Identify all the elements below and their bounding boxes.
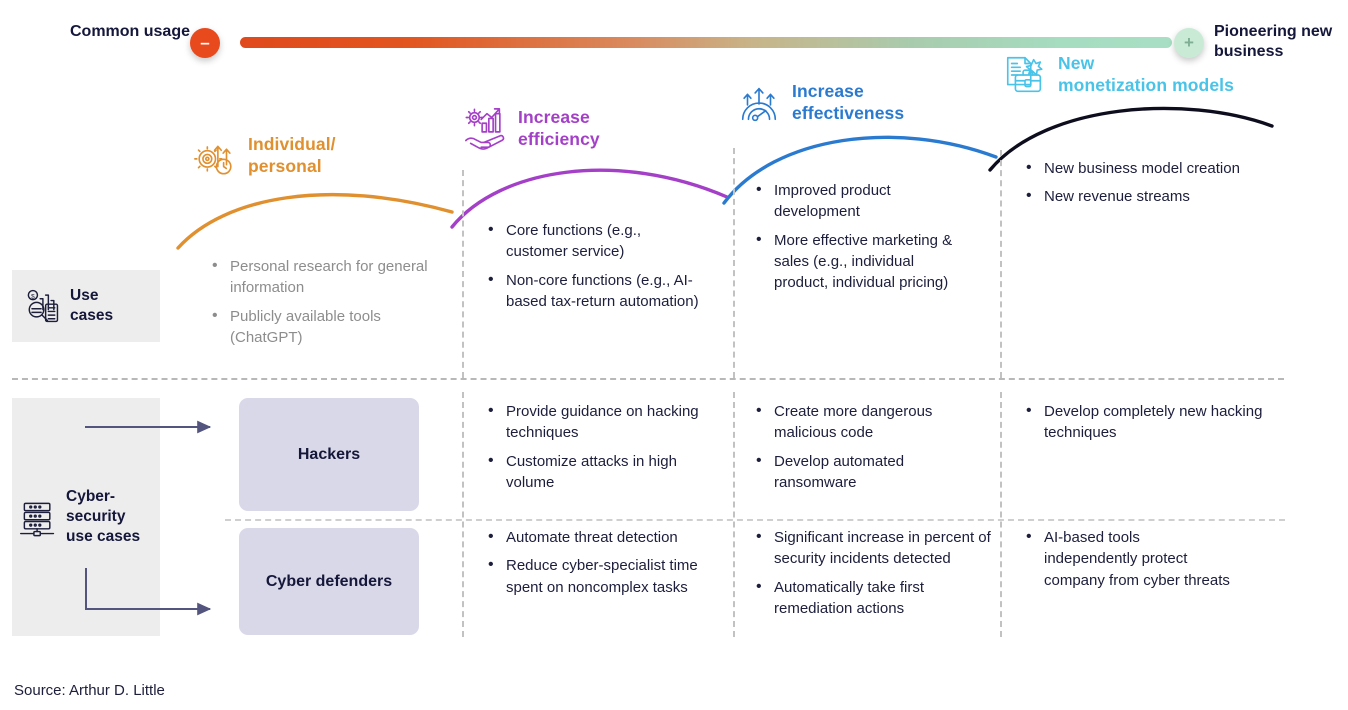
- stage-header-3: Increase effectiveness: [736, 80, 904, 126]
- cell-hackers-c4: Develop completely new hacking technique…: [1022, 400, 1272, 451]
- list-item: New revenue streams: [1022, 185, 1272, 208]
- list-item: Reduce cyber-specialist time spent on no…: [484, 554, 712, 598]
- source-note: Source: Arthur D. Little: [14, 682, 165, 699]
- arch-upward-arrows-icon: [736, 80, 782, 126]
- column-divider-1: [462, 170, 464, 378]
- stage-header-2: Increase efficiency: [462, 106, 600, 152]
- row-label-use-cases-text: Use cases: [70, 287, 114, 324]
- list-item: Create more dangerous malicious code: [752, 400, 987, 444]
- list-item: Personal research for general informatio…: [208, 255, 448, 299]
- research-analysis-icon: $: [22, 286, 62, 326]
- server-rack-icon: [18, 497, 58, 537]
- cell-defenders-c4: AI-based tools independently protect com…: [1022, 526, 1237, 598]
- list-item: Customize attacks in high volume: [484, 450, 699, 494]
- stage-title-3: Increase effectiveness: [792, 81, 905, 124]
- diagram-canvas: Common usage – + Pioneering new business…: [0, 0, 1348, 710]
- column-divider-3: [1000, 150, 1002, 378]
- list-item: Automate threat detection: [484, 526, 712, 549]
- spectrum-right-label: Pioneering new business: [1214, 23, 1333, 60]
- list-item: AI-based tools independently protect com…: [1022, 526, 1237, 591]
- actor-label: Hackers: [297, 445, 361, 463]
- list-item: Core functions (e.g., customer service): [484, 219, 702, 263]
- stage-title-1: Individual/ personal: [248, 134, 336, 177]
- actor-box-cyber-defenders: Cyber defenders: [239, 528, 419, 635]
- stage-title-2: Increase efficiency: [518, 107, 600, 150]
- spectrum-left-label: Common usage: [69, 23, 190, 40]
- actor-row-divider: [225, 519, 1285, 521]
- list-item: Develop completely new hacking technique…: [1022, 400, 1272, 444]
- briefcase-document-icon: [1002, 52, 1048, 98]
- column-divider-1b: [462, 392, 464, 637]
- list-item: Automatically take first remediation act…: [752, 576, 992, 620]
- list-item: Provide guidance on hacking techniques: [484, 400, 699, 444]
- list-item: New business model creation: [1022, 157, 1272, 180]
- stage-title-4: New monetization models: [1058, 53, 1234, 96]
- list-item: Non-core functions (e.g., AI-based tax-r…: [484, 269, 702, 313]
- cell-usecases-c4: New business model creation New revenue …: [1022, 157, 1272, 215]
- stage-header-1: Individual/ personal: [192, 133, 336, 179]
- svg-text:$: $: [31, 293, 35, 300]
- actor-label: Cyber defenders: [265, 572, 393, 590]
- column-divider-2: [733, 148, 735, 378]
- cell-usecases-c3: Improved product development More effect…: [752, 179, 970, 300]
- actor-box-hackers: Hackers: [239, 398, 419, 511]
- list-item: More effective marketing & sales (e.g., …: [752, 229, 970, 294]
- cell-usecases-c1: Personal research for general informatio…: [208, 255, 448, 355]
- hand-bar-chart-icon: [462, 106, 508, 152]
- gear-arrows-clock-icon: [192, 133, 238, 179]
- row-label-use-cases: $ Use cases: [12, 270, 160, 342]
- list-item: Develop automated ransomware: [752, 450, 987, 494]
- row-label-cybersecurity-text: Cyber- security use cases: [66, 488, 141, 545]
- list-item: Significant increase in percent of secur…: [752, 526, 992, 570]
- stage-header-4: New monetization models: [1002, 52, 1234, 98]
- section-divider: [12, 378, 1284, 380]
- cell-defenders-c2: Automate threat detection Reduce cyber-s…: [484, 526, 712, 605]
- column-divider-3b: [1000, 392, 1002, 637]
- spectrum-gradient-bar: [240, 37, 1172, 48]
- cell-usecases-c2: Core functions (e.g., customer service) …: [484, 219, 702, 319]
- minus-icon: –: [190, 28, 220, 58]
- row-label-cybersecurity: Cyber- security use cases: [12, 398, 160, 636]
- cell-hackers-c3: Create more dangerous malicious code Dev…: [752, 400, 987, 500]
- cell-defenders-c3: Significant increase in percent of secur…: [752, 526, 992, 626]
- column-divider-2b: [733, 392, 735, 637]
- list-item: Improved product development: [752, 179, 970, 223]
- list-item: Publicly available tools (ChatGPT): [208, 305, 448, 349]
- cell-hackers-c2: Provide guidance on hacking techniques C…: [484, 400, 699, 500]
